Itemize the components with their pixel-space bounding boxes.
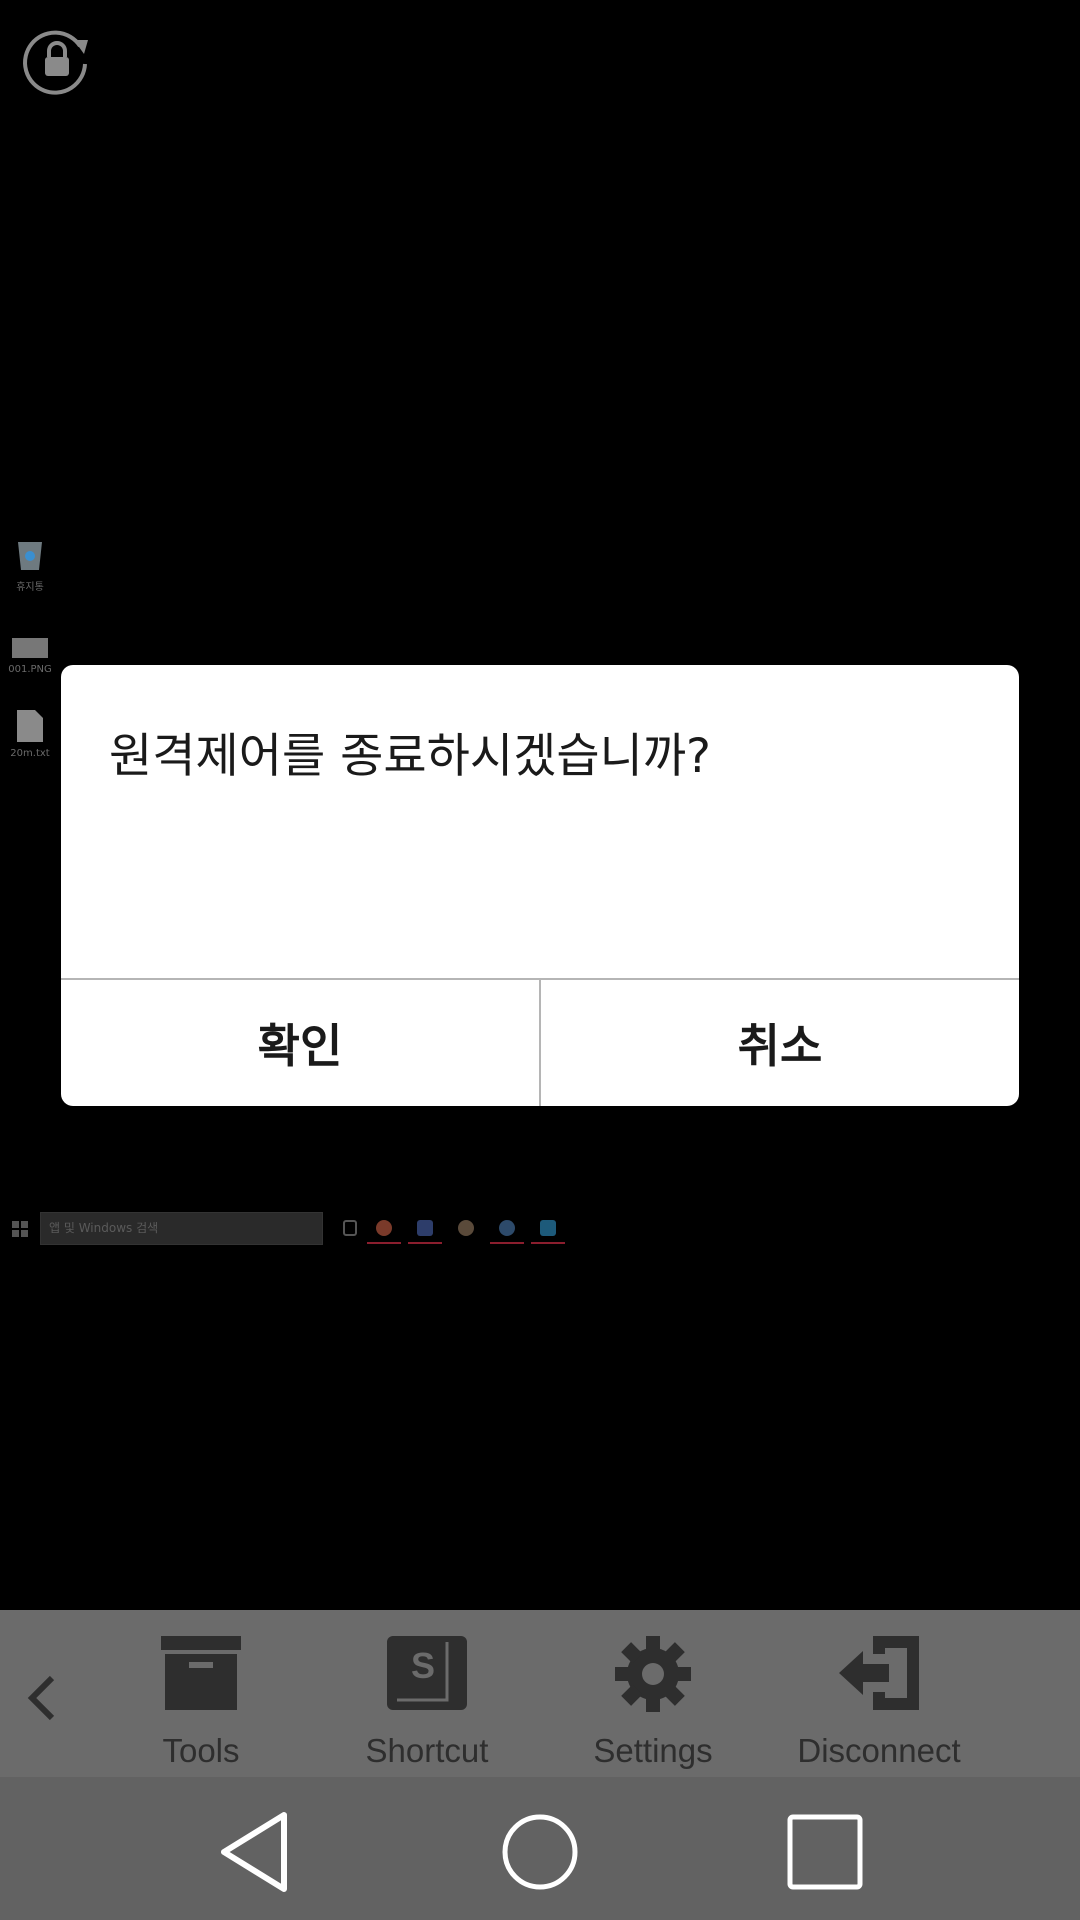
desktop-icon-image[interactable]: 001.PNG bbox=[5, 638, 55, 675]
back-triangle-icon bbox=[221, 1812, 287, 1892]
bottom-toolbar: Tools S Shortcut Settings Disconnect bbox=[0, 1610, 1080, 1777]
settings-button[interactable]: Settings bbox=[553, 1610, 753, 1777]
dialog-message: 원격제어를 종료하시겠습니까? bbox=[109, 729, 712, 784]
desktop-icon-recycle-bin[interactable]: 휴지통 bbox=[5, 538, 55, 593]
task-view-icon[interactable] bbox=[332, 1216, 366, 1244]
toolbar-label: Shortcut bbox=[365, 1732, 489, 1769]
home-circle-icon bbox=[502, 1814, 578, 1890]
desktop-icon-label: 001.PNG bbox=[8, 664, 52, 675]
desktop-icon-text[interactable]: 20m.txt bbox=[5, 710, 55, 759]
windows-start-icon[interactable] bbox=[12, 1221, 28, 1237]
nav-home-button[interactable] bbox=[495, 1807, 585, 1897]
windows-taskbar: 앱 및 Windows 검색 bbox=[0, 1210, 580, 1248]
nav-back-button[interactable] bbox=[212, 1807, 302, 1897]
teamviewer-taskbar-icon[interactable] bbox=[531, 1216, 565, 1244]
sign-out-icon bbox=[839, 1636, 919, 1710]
toolbar-collapse-button[interactable] bbox=[22, 1668, 62, 1728]
android-navigation-bar bbox=[0, 1777, 1080, 1920]
chrome-taskbar-icon[interactable] bbox=[367, 1216, 401, 1244]
shortcut-button[interactable]: S Shortcut bbox=[327, 1610, 527, 1777]
text-file-icon bbox=[17, 710, 43, 742]
explorer-taskbar-icon[interactable] bbox=[408, 1216, 442, 1244]
tools-button[interactable]: Tools bbox=[101, 1610, 301, 1777]
taskbar-search-box[interactable]: 앱 및 Windows 검색 bbox=[40, 1212, 323, 1245]
desktop-icon-label: 휴지통 bbox=[16, 582, 44, 593]
app-taskbar-icon[interactable] bbox=[449, 1216, 483, 1244]
image-file-icon bbox=[12, 638, 48, 658]
nav-recents-button[interactable] bbox=[780, 1807, 870, 1897]
toolbar-label: Tools bbox=[162, 1732, 240, 1769]
app-taskbar-icon[interactable] bbox=[490, 1216, 524, 1244]
svg-text:S: S bbox=[411, 1645, 435, 1686]
recents-square-icon bbox=[787, 1814, 863, 1890]
shortcut-key-icon: S bbox=[387, 1636, 467, 1710]
recycle-bin-icon bbox=[18, 542, 42, 570]
confirm-button[interactable]: 확인 bbox=[61, 980, 539, 1106]
cancel-button[interactable]: 취소 bbox=[541, 980, 1019, 1106]
disconnect-button[interactable]: Disconnect bbox=[779, 1610, 979, 1777]
desktop-icon-label: 20m.txt bbox=[10, 748, 50, 759]
chevron-left-icon bbox=[27, 1675, 55, 1721]
toolbar-label: Disconnect bbox=[797, 1732, 961, 1769]
rotation-lock-icon[interactable] bbox=[22, 26, 92, 96]
toolbar-label: Settings bbox=[593, 1732, 713, 1769]
archive-box-icon bbox=[161, 1636, 241, 1710]
confirm-dialog: 원격제어를 종료하시겠습니까? 확인 취소 bbox=[61, 665, 1019, 1106]
gear-icon bbox=[615, 1636, 691, 1712]
